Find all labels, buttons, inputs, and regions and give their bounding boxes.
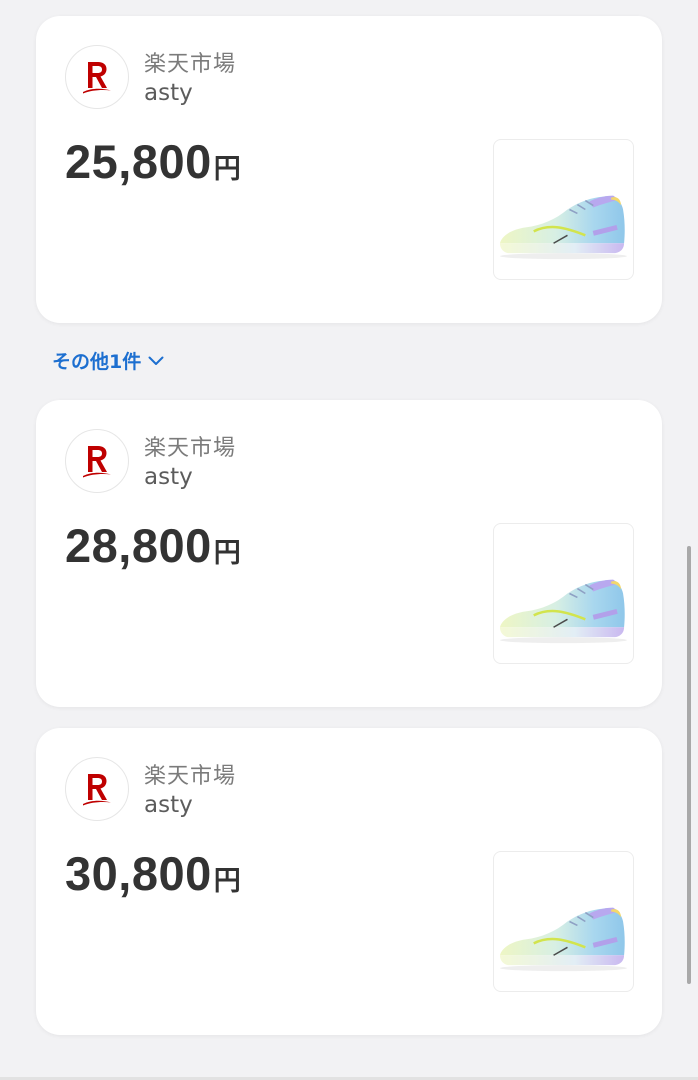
price-currency: 円 <box>213 154 241 184</box>
offer-card[interactable]: 楽天市場 asty 25,800円 <box>36 16 662 323</box>
price: 28,800円 <box>65 518 241 573</box>
price: 30,800円 <box>65 846 241 901</box>
mall-name: 楽天市場 <box>144 436 237 461</box>
rakuten-r-icon <box>65 429 129 493</box>
chevron-down-icon <box>148 356 164 366</box>
offer-card[interactable]: 楽天市場 asty 30,800円 <box>36 728 662 1035</box>
price-amount: 30,800 <box>65 847 212 900</box>
shop-name: asty <box>144 464 193 490</box>
mall-name: 楽天市場 <box>144 52 237 77</box>
shop-name: asty <box>144 80 193 106</box>
scrollbar[interactable] <box>687 546 691 984</box>
sneaker-image[interactable] <box>493 523 634 664</box>
price-amount: 28,800 <box>65 519 212 572</box>
sneaker-image[interactable] <box>493 139 634 280</box>
price-currency: 円 <box>213 538 241 568</box>
rakuten-r-icon <box>65 45 129 109</box>
show-more-label: その他1件 <box>52 351 142 373</box>
show-more-offers-toggle[interactable]: その他1件 <box>52 347 164 374</box>
price-currency: 円 <box>213 866 241 896</box>
price-amount: 25,800 <box>65 135 212 188</box>
mall-name: 楽天市場 <box>144 764 237 789</box>
shop-name: asty <box>144 792 193 818</box>
sneaker-image[interactable] <box>493 851 634 992</box>
price: 25,800円 <box>65 134 241 189</box>
rakuten-r-icon <box>65 757 129 821</box>
offer-card[interactable]: 楽天市場 asty 28,800円 <box>36 400 662 707</box>
